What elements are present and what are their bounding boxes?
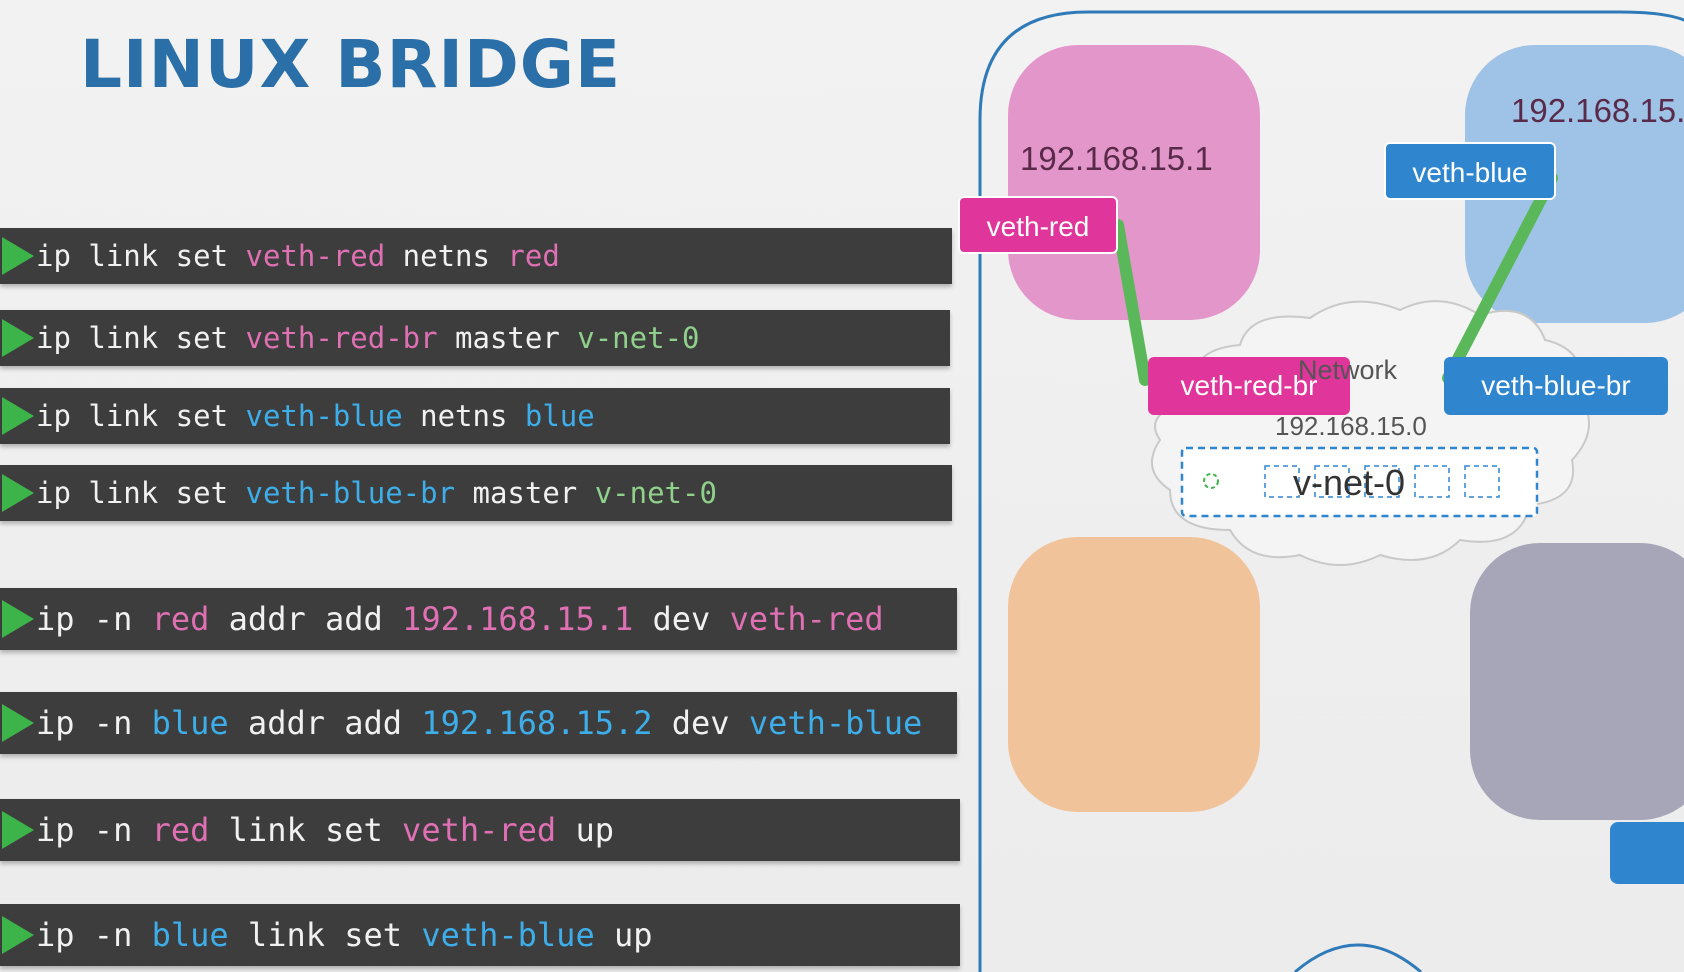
veth-blue-label: veth-blue (1384, 142, 1556, 200)
network-label: Network (1298, 355, 1398, 385)
orange-namespace (1008, 537, 1260, 812)
veth-blue-br-label: veth-blue-br (1444, 357, 1668, 415)
veth-red-label: veth-red (958, 196, 1118, 254)
bridge-name: v-net-0 (1293, 462, 1406, 503)
network-ip: 192.168.15.0 (1275, 411, 1427, 441)
gray-namespace (1470, 543, 1684, 820)
host-port (1294, 943, 1422, 972)
red-namespace-ip: 192.168.15.1 (1020, 140, 1213, 177)
red-namespace (1008, 45, 1260, 320)
blue-namespace-ip: 192.168.15.2 (1511, 92, 1684, 129)
partial-button (1610, 822, 1684, 884)
